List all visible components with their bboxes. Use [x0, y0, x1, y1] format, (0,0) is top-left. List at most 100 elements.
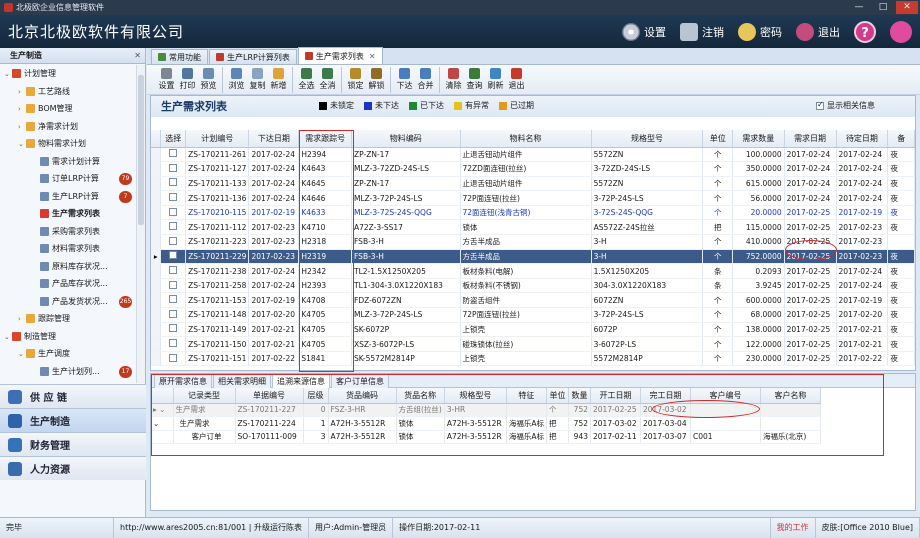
- toolbar-button[interactable]: 预览: [198, 65, 219, 95]
- tree-item[interactable]: ⌄ 物料需求计划: [0, 135, 136, 153]
- column-header[interactable]: 单位: [702, 130, 733, 148]
- table-row[interactable]: ZS-170211-149 2017-02-21 K4705 SK-6072P 上锁壳 6…: [151, 322, 915, 338]
- select-cell[interactable]: [160, 190, 187, 206]
- tree-expander-icon[interactable]: ⌄: [18, 346, 26, 364]
- column-header[interactable]: 计划编号: [185, 130, 250, 148]
- password-button[interactable]: 密码: [738, 22, 782, 41]
- toolbar-button[interactable]: 全消: [317, 65, 338, 95]
- row-checkbox[interactable]: [169, 251, 178, 260]
- tree-scrollbar[interactable]: [136, 65, 145, 383]
- row-checkbox[interactable]: [169, 339, 178, 348]
- detail-tab-customer-order[interactable]: 客户订单信息: [331, 374, 389, 388]
- tree-item[interactable]: 生产计划分解...17: [0, 380, 136, 383]
- scrollbar-thumb[interactable]: [138, 75, 144, 225]
- row-expander-icon[interactable]: ⌄: [151, 416, 174, 431]
- column-header[interactable]: 货品名称: [396, 388, 445, 404]
- module-people[interactable]: 人力资源: [0, 456, 146, 480]
- row-checkbox[interactable]: [169, 193, 178, 202]
- tree-item[interactable]: 生产计划列... 17: [0, 363, 136, 381]
- close-tab-icon[interactable]: ✕: [369, 49, 376, 64]
- toolbar-button[interactable]: 解锁: [366, 65, 387, 95]
- toolbar-button[interactable]: 查询: [464, 65, 485, 95]
- column-header[interactable]: 下达日期: [248, 130, 300, 148]
- column-header[interactable]: 物料编码: [351, 130, 461, 148]
- table-row[interactable]: ZS-170211-133 2017-02-24 K4645 ZP-ZN-17 止退舌钮…: [151, 176, 915, 192]
- select-cell[interactable]: [160, 205, 187, 221]
- row-checkbox[interactable]: [169, 222, 178, 231]
- trace-row[interactable]: ⌄ 生产需求 ZS-170211-224 1 A72H-3-5512R 锁体 A72H-3-…: [151, 416, 821, 431]
- toolbar-button[interactable]: 下达: [394, 65, 415, 95]
- toolbar-button[interactable]: 复制: [247, 65, 268, 95]
- tree-expander-icon[interactable]: ›: [18, 311, 26, 329]
- table-row[interactable]: ZS-170211-151 2017-02-22 S1841 SK-5572M2814…: [151, 351, 915, 367]
- user-avatar-button[interactable]: [890, 20, 912, 43]
- trace-row[interactable]: 客户订单 SO-170111-009 3 A72H-3-5512R 锁体 A72H-3-5…: [151, 430, 821, 444]
- my-work-link[interactable]: 我的工作: [771, 518, 816, 538]
- tree-expander-icon[interactable]: ›: [18, 119, 26, 137]
- close-button[interactable]: ✕: [896, 1, 918, 14]
- row-expander-icon[interactable]: ▸ ⌄: [151, 403, 174, 417]
- detail-tab-trace-source[interactable]: 追溯来源信息: [272, 374, 330, 388]
- select-cell[interactable]: [160, 234, 187, 250]
- toolbar-button[interactable]: 浏览: [226, 65, 247, 95]
- table-row[interactable]: ZS-170211-238 2017-02-24 H2342 TL2-1.5X1250…: [151, 263, 915, 279]
- tree-item[interactable]: 需求计划计算: [0, 153, 136, 171]
- document-tab[interactable]: 生产需求列表 ✕: [297, 47, 383, 64]
- column-header[interactable]: 开工日期: [590, 388, 641, 404]
- trace-row[interactable]: ▸ ⌄ 生产需求 ZS-170211-227 0 FSZ-3-HR 方舌组(拉丝) 3-HR…: [151, 403, 821, 417]
- select-cell[interactable]: [160, 278, 187, 294]
- detail-tab-requirement-detail[interactable]: 相关需求明细: [213, 374, 271, 388]
- sidebar-close-icon[interactable]: ✕: [134, 48, 141, 64]
- column-header[interactable]: 数量: [568, 388, 591, 404]
- table-row[interactable]: ZS-170211-112 2017-02-23 K4710 A72Z-3-SS17 锁…: [151, 219, 915, 236]
- select-cell[interactable]: [160, 161, 187, 177]
- column-header[interactable]: 物料名称: [460, 130, 592, 148]
- table-row[interactable]: ▸ ZS-170211-229 2017-02-23 H2319 FSB-3-H 方舌半成…: [151, 249, 915, 265]
- tree-item[interactable]: 订单LRP计算 79: [0, 170, 136, 188]
- table-row[interactable]: ZS-170210-115 2017-02-19 K4633 MLZ-3-72S-24…: [151, 205, 915, 221]
- row-checkbox[interactable]: [169, 178, 178, 187]
- row-checkbox[interactable]: [169, 266, 178, 275]
- select-cell[interactable]: [160, 176, 187, 192]
- column-header[interactable]: 完工日期: [640, 388, 691, 404]
- column-header[interactable]: 选择: [160, 130, 187, 148]
- column-header[interactable]: 单据编号: [235, 388, 304, 404]
- tree-item[interactable]: › 工艺路线: [0, 83, 136, 101]
- select-cell[interactable]: [160, 292, 187, 309]
- exit-button[interactable]: 退出: [796, 22, 840, 41]
- select-cell[interactable]: [160, 307, 187, 323]
- row-expander-icon[interactable]: [151, 430, 174, 444]
- module-supply-chain[interactable]: 供 应 链: [0, 384, 146, 408]
- tree-item[interactable]: › 净需求计划: [0, 118, 136, 136]
- column-header[interactable]: 备: [887, 130, 915, 148]
- select-cell[interactable]: [160, 147, 187, 163]
- show-related-checkbox[interactable]: [816, 100, 824, 110]
- document-tab[interactable]: 常用功能: [151, 49, 208, 64]
- row-checkbox[interactable]: [169, 324, 178, 333]
- toolbar-button[interactable]: 全选: [296, 65, 317, 95]
- help-button[interactable]: ?: [854, 20, 876, 43]
- row-checkbox[interactable]: [169, 149, 178, 158]
- select-cell[interactable]: [160, 351, 187, 367]
- select-cell[interactable]: [160, 336, 187, 352]
- toolbar-button[interactable]: 清除: [443, 65, 464, 95]
- row-checkbox[interactable]: [169, 353, 178, 362]
- minimize-button[interactable]: —: [848, 1, 870, 14]
- toolbar-button[interactable]: 合并: [415, 65, 436, 95]
- toolbar-button[interactable]: 打印: [177, 65, 198, 95]
- select-cell[interactable]: [160, 249, 187, 265]
- toolbar-button[interactable]: 锁定: [345, 65, 366, 95]
- tree-item[interactable]: › 跟踪管理: [0, 310, 136, 328]
- table-row[interactable]: ZS-170211-127 2017-02-24 K4643 MLZ-3-72ZD-2…: [151, 161, 915, 177]
- row-checkbox[interactable]: [169, 295, 178, 304]
- table-row[interactable]: ZS-170211-150 2017-02-21 K4705 XSZ-3-6072P-…: [151, 336, 915, 352]
- column-header[interactable]: 规格型号: [591, 130, 704, 148]
- tree-item[interactable]: 生产需求列表: [0, 205, 136, 223]
- column-header[interactable]: 客户编号: [690, 388, 761, 404]
- row-checkbox[interactable]: [169, 207, 178, 216]
- select-cell[interactable]: [160, 322, 187, 338]
- column-header[interactable]: 规格型号: [444, 388, 507, 404]
- logout-button[interactable]: 注销: [680, 22, 724, 41]
- select-cell[interactable]: [160, 263, 187, 279]
- show-related-toggle[interactable]: 显示相关信息: [816, 100, 875, 111]
